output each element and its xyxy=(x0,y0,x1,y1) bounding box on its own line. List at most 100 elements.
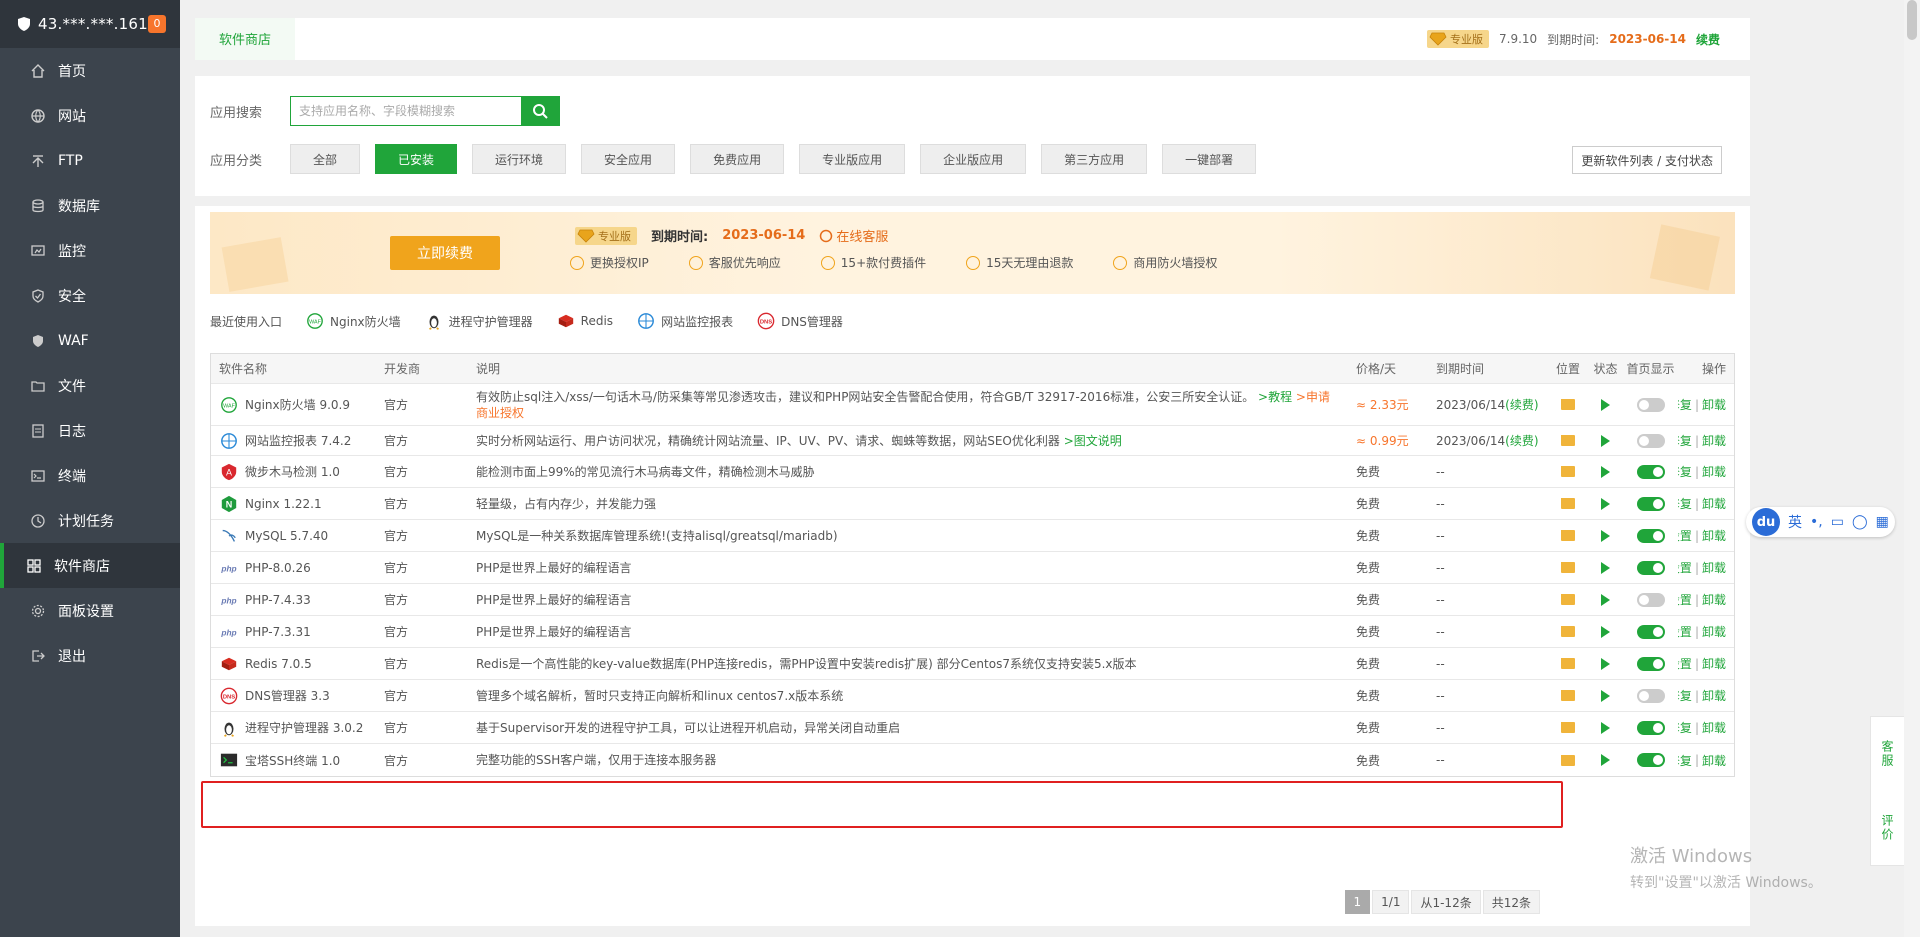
folder-icon[interactable] xyxy=(1561,466,1575,477)
home-display-toggle[interactable] xyxy=(1636,688,1665,703)
category-button-0[interactable]: 全部 xyxy=(290,144,361,174)
tab-software-store[interactable]: 软件商店 xyxy=(195,18,296,60)
home-display-toggle[interactable] xyxy=(1636,753,1665,767)
sidebar-item-12[interactable]: 面板设置 xyxy=(0,588,180,633)
category-button-2[interactable]: 运行环境 xyxy=(472,144,567,174)
app-name[interactable]: 宝塔SSH终端 1.0 xyxy=(245,752,340,769)
app-action-link[interactable]: 设置 xyxy=(1678,527,1692,544)
page-scrollbar[interactable] xyxy=(1904,0,1920,937)
app-action-link[interactable]: 设置 xyxy=(1678,559,1692,576)
app-action-link[interactable]: 设置 xyxy=(1678,655,1692,672)
sidebar-item-9[interactable]: 终端 xyxy=(0,453,180,498)
app-action-link[interactable]: 修复 xyxy=(1678,687,1692,704)
app-name[interactable]: Redis 7.0.5 xyxy=(245,657,312,671)
app-action-link[interactable]: 修复 xyxy=(1678,463,1692,480)
sidebar-item-1[interactable]: 网站 xyxy=(0,93,180,138)
folder-icon[interactable] xyxy=(1561,626,1575,637)
app-action-link[interactable]: 卸载 xyxy=(1702,396,1726,413)
folder-icon[interactable] xyxy=(1561,594,1575,605)
category-button-7[interactable]: 第三方应用 xyxy=(1041,144,1148,174)
ime-mode[interactable]: 英 xyxy=(1788,512,1802,532)
recent-item-4[interactable]: DNS DNS管理器 xyxy=(757,312,843,330)
app-action-link[interactable]: 卸载 xyxy=(1702,752,1726,769)
app-action-link[interactable]: 卸载 xyxy=(1702,591,1726,608)
home-display-toggle[interactable] xyxy=(1636,656,1665,671)
renew-link[interactable]: 续费 xyxy=(1696,31,1720,48)
category-button-5[interactable]: 专业版应用 xyxy=(799,144,906,174)
folder-icon[interactable] xyxy=(1561,722,1575,733)
app-action-link[interactable]: 设置 xyxy=(1678,591,1692,608)
home-display-toggle[interactable] xyxy=(1636,720,1665,735)
folder-icon[interactable] xyxy=(1561,690,1575,701)
ime-grid-icon[interactable]: ▦ xyxy=(1876,514,1889,530)
ime-skin-icon[interactable]: ▭ xyxy=(1831,514,1844,530)
sidebar-item-8[interactable]: 日志 xyxy=(0,408,180,453)
app-name[interactable]: 网站监控报表 7.4.2 xyxy=(245,432,351,449)
sidebar-item-4[interactable]: 监控 xyxy=(0,228,180,273)
folder-icon[interactable] xyxy=(1561,658,1575,669)
category-button-3[interactable]: 安全应用 xyxy=(581,144,676,174)
sidebar-item-10[interactable]: 计划任务 xyxy=(0,498,180,543)
app-renew-link[interactable]: (续费) xyxy=(1505,432,1538,449)
app-action-link[interactable]: 卸载 xyxy=(1702,655,1726,672)
search-input[interactable] xyxy=(291,97,521,125)
app-doc-link[interactable]: >教程 xyxy=(1258,390,1292,404)
folder-icon[interactable] xyxy=(1561,754,1575,766)
category-button-6[interactable]: 企业版应用 xyxy=(920,144,1027,174)
sidebar-item-0[interactable]: 首页 xyxy=(0,48,180,93)
app-action-link[interactable]: 修复 xyxy=(1678,495,1692,512)
app-action-link[interactable]: 卸载 xyxy=(1702,687,1726,704)
sidebar-item-5[interactable]: 安全 xyxy=(0,273,180,318)
app-name[interactable]: Nginx 1.22.1 xyxy=(245,497,322,511)
app-action-link[interactable]: 修复 xyxy=(1678,396,1692,413)
folder-icon[interactable] xyxy=(1561,562,1575,573)
app-action-link[interactable]: 修复 xyxy=(1678,432,1692,449)
app-name[interactable]: MySQL 5.7.40 xyxy=(245,529,328,543)
sidebar-item-11[interactable]: 软件商店 xyxy=(0,543,180,588)
app-action-link[interactable]: 卸载 xyxy=(1702,559,1726,576)
app-action-link[interactable]: 卸载 xyxy=(1702,719,1726,736)
scrollbar-thumb[interactable] xyxy=(1907,0,1917,40)
notice-badge[interactable]: 0 xyxy=(148,15,166,33)
app-action-link[interactable]: 卸载 xyxy=(1702,527,1726,544)
folder-icon[interactable] xyxy=(1561,530,1575,541)
app-action-link[interactable]: 卸载 xyxy=(1702,623,1726,640)
app-action-link[interactable]: 卸载 xyxy=(1702,463,1726,480)
folder-icon[interactable] xyxy=(1561,498,1575,509)
home-display-toggle[interactable] xyxy=(1636,624,1665,639)
category-button-8[interactable]: 一键部署 xyxy=(1162,144,1257,174)
app-renew-link[interactable]: (续费) xyxy=(1505,396,1538,413)
category-button-1[interactable]: 已安装 xyxy=(375,144,458,174)
renew-now-button[interactable]: 立即续费 xyxy=(390,236,500,270)
search-button[interactable] xyxy=(521,97,559,125)
home-display-toggle[interactable] xyxy=(1636,464,1665,479)
recent-item-3[interactable]: 网站监控报表 xyxy=(637,312,733,330)
review-button[interactable]: 评价 xyxy=(1879,814,1896,842)
home-display-toggle[interactable] xyxy=(1636,433,1665,448)
home-display-toggle[interactable] xyxy=(1636,496,1665,511)
app-doc-link[interactable]: >图文说明 xyxy=(1064,434,1122,448)
recent-item-1[interactable]: 进程守护管理器 xyxy=(425,312,533,330)
customer-service-button[interactable]: 客服 xyxy=(1879,740,1896,768)
home-display-toggle[interactable] xyxy=(1636,560,1665,575)
app-action-link[interactable]: 卸载 xyxy=(1702,495,1726,512)
app-name[interactable]: PHP-7.3.31 xyxy=(245,625,311,639)
app-name[interactable]: 微步木马检测 1.0 xyxy=(245,463,340,480)
sidebar-item-2[interactable]: FTP xyxy=(0,138,180,183)
home-display-toggle[interactable] xyxy=(1636,592,1665,607)
app-action-link[interactable]: 设置 xyxy=(1678,623,1692,640)
home-display-toggle[interactable] xyxy=(1636,397,1665,412)
online-service-link[interactable]: 在线客服 xyxy=(819,226,888,245)
sidebar-item-3[interactable]: 数据库 xyxy=(0,183,180,228)
app-name[interactable]: Nginx防火墙 9.0.9 xyxy=(245,396,350,413)
category-button-4[interactable]: 免费应用 xyxy=(690,144,785,174)
recent-item-0[interactable]: WAF Nginx防火墙 xyxy=(306,312,401,330)
ime-punct-icon[interactable]: •, xyxy=(1810,514,1823,530)
sidebar-item-7[interactable]: 文件 xyxy=(0,363,180,408)
app-name[interactable]: PHP-8.0.26 xyxy=(245,561,311,575)
refresh-software-list-button[interactable]: 更新软件列表 / 支付状态 xyxy=(1572,146,1722,174)
app-action-link[interactable]: 修复 xyxy=(1678,719,1692,736)
ime-user-icon[interactable]: ◯ xyxy=(1852,514,1868,530)
app-action-link[interactable]: 卸载 xyxy=(1702,432,1726,449)
sidebar-item-6[interactable]: WAF xyxy=(0,318,180,363)
